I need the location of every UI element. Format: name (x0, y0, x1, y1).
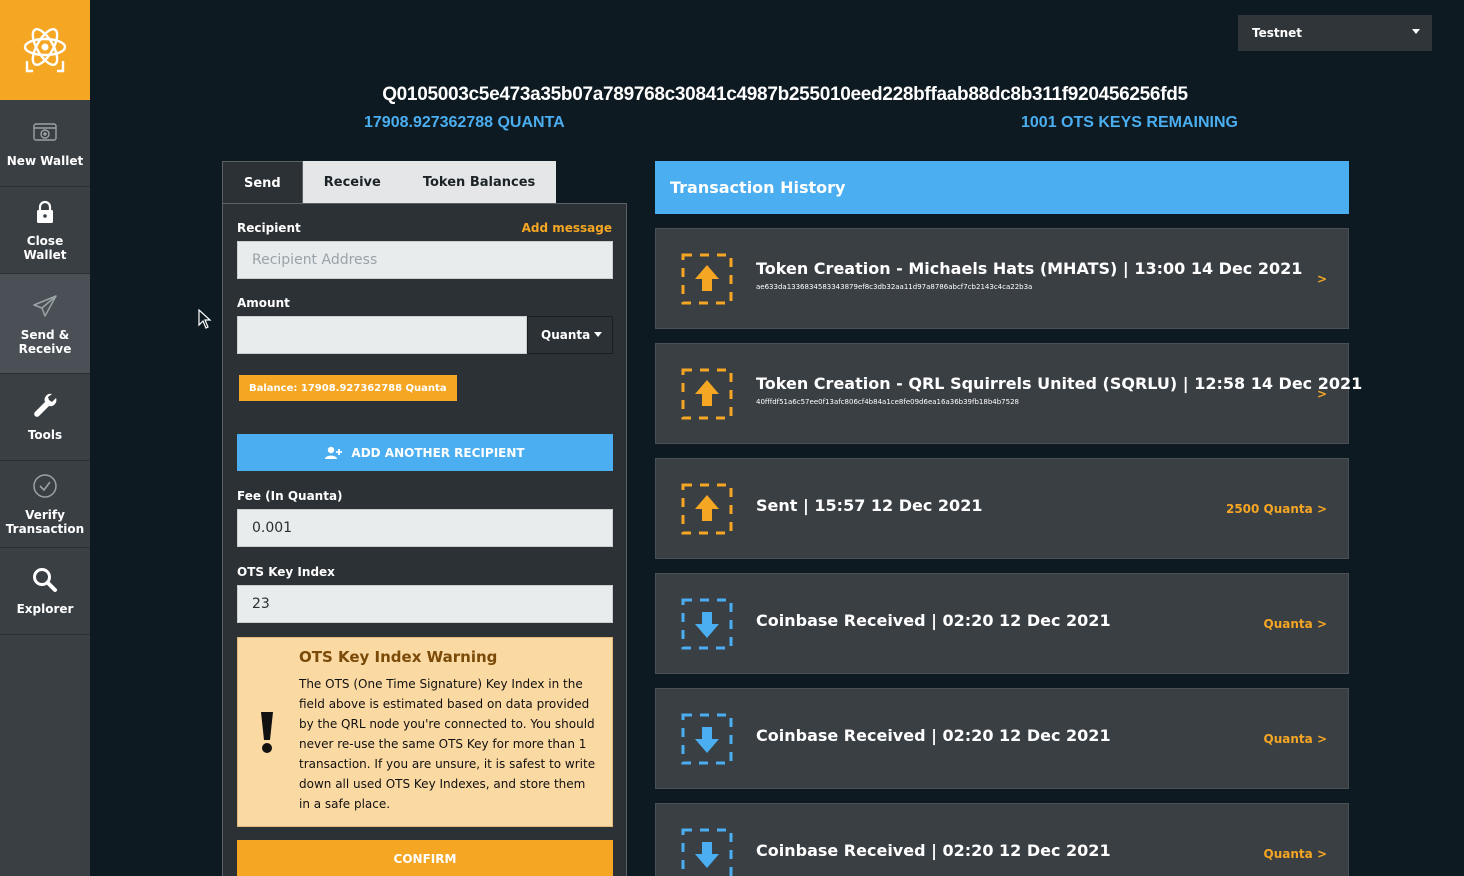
wallet-add-icon (32, 118, 58, 146)
amount-input[interactable] (237, 316, 527, 354)
sidebar-item-send-receive[interactable]: Send & Receive (0, 274, 90, 374)
transaction-item[interactable]: Token Creation - Michaels Hats (MHATS) |… (655, 228, 1349, 329)
ots-index-input[interactable]: 23 (237, 585, 613, 623)
add-message-link[interactable]: Add message (522, 221, 612, 235)
confirm-button[interactable]: CONFIRM (237, 840, 613, 876)
qrl-atom-logo-icon (23, 28, 67, 73)
download-arrow-icon (681, 828, 733, 876)
search-icon (32, 566, 58, 594)
send-receive-tabs: Send Receive Token Balances (222, 161, 557, 204)
check-circle-icon (32, 472, 58, 500)
transaction-title: Sent | 15:57 12 Dec 2021 (756, 496, 983, 515)
sidebar-item-label: Explorer (16, 602, 74, 616)
sidebar-item-label: Tools (27, 428, 63, 442)
sidebar-item-close-wallet[interactable]: Close Wallet (0, 187, 90, 274)
upload-arrow-icon (681, 483, 733, 540)
tab-send[interactable]: Send (222, 161, 303, 204)
transaction-detail-link[interactable]: > (1317, 387, 1327, 401)
upload-arrow-icon (681, 253, 733, 310)
ots-warning-text: The OTS (One Time Signature) Key Index i… (299, 677, 596, 811)
transaction-detail-link[interactable]: Quanta > (1264, 617, 1327, 631)
transaction-item[interactable]: Coinbase Received | 02:20 12 Dec 2021 Qu… (655, 803, 1349, 876)
ots-keys-remaining: 1001 OTS KEYS REMAINING (1021, 114, 1238, 131)
transaction-detail-link[interactable]: 2500 Quanta > (1226, 502, 1327, 516)
sidebar-item-label: Send & Receive (18, 327, 72, 356)
add-user-icon (325, 446, 343, 460)
upload-arrow-icon (681, 368, 733, 425)
transaction-history-header: Transaction History (655, 161, 1349, 214)
wallet-address: Q0105003c5e473a35b07a789768c30841c4987b2… (382, 84, 1188, 105)
chevron-down-icon (1412, 29, 1420, 34)
ots-index-label: OTS Key Index (237, 565, 335, 579)
download-arrow-icon (681, 598, 733, 655)
transaction-hash: 40fffdf51a6c57ee0f13afc806cf4b84a1ce8fe0… (756, 398, 1019, 406)
sidebar: New Wallet Close Wallet Send & Receive T… (0, 0, 90, 876)
unit-select-value: Quanta (541, 328, 591, 342)
transaction-title: Token Creation - Michaels Hats (MHATS) |… (756, 259, 1303, 278)
add-recipient-label: ADD ANOTHER RECIPIENT (351, 445, 525, 460)
recipient-input[interactable]: Recipient Address (237, 241, 613, 279)
sidebar-item-tools[interactable]: Tools (0, 374, 90, 461)
exclamation-icon (258, 710, 276, 759)
sidebar-item-label: Verify Transaction (5, 508, 85, 536)
lock-icon (36, 198, 54, 226)
download-arrow-icon (681, 713, 733, 770)
transaction-title: Coinbase Received | 02:20 12 Dec 2021 (756, 611, 1111, 630)
transaction-detail-link[interactable]: Quanta > (1264, 732, 1327, 746)
ots-warning-box: OTS Key Index Warning The OTS (One Time … (237, 637, 613, 827)
send-panel: Recipient Add message Recipient Address … (222, 203, 627, 876)
sidebar-item-explorer[interactable]: Explorer (0, 548, 90, 635)
chevron-down-icon (594, 332, 602, 337)
transaction-item[interactable]: Sent | 15:57 12 Dec 2021 2500 Quanta > (655, 458, 1349, 559)
sidebar-item-label: Close Wallet (23, 234, 67, 262)
mouse-cursor-icon (198, 308, 212, 334)
balance-badge: Balance: 17908.927362788 Quanta (239, 375, 457, 401)
transaction-title: Coinbase Received | 02:20 12 Dec 2021 (756, 726, 1111, 745)
transaction-hash: ae633da1336834583343879ef8c3db32aa11d97a… (756, 283, 1033, 291)
recipient-label: Recipient (237, 221, 301, 235)
transaction-title: Token Creation - QRL Squirrels United (S… (756, 374, 1363, 393)
sidebar-item-label: New Wallet (6, 154, 84, 168)
network-select[interactable]: Testnet (1238, 15, 1432, 51)
fee-input[interactable]: 0.001 (237, 509, 613, 547)
tab-receive[interactable]: Receive (302, 161, 402, 204)
transaction-detail-link[interactable]: Quanta > (1264, 847, 1327, 861)
unit-select[interactable]: Quanta (527, 316, 613, 354)
transaction-detail-link[interactable]: > (1317, 272, 1327, 286)
wrench-icon (32, 392, 58, 420)
transaction-item[interactable]: Token Creation - QRL Squirrels United (S… (655, 343, 1362, 444)
sidebar-item-verify-transaction[interactable]: Verify Transaction (0, 461, 90, 548)
tab-token-balances[interactable]: Token Balances (401, 161, 557, 204)
network-select-value: Testnet (1252, 26, 1303, 40)
sidebar-item-new-wallet[interactable]: New Wallet (0, 100, 90, 187)
paper-plane-icon (32, 292, 58, 320)
qrl-logo[interactable] (0, 0, 90, 100)
transaction-item[interactable]: Coinbase Received | 02:20 12 Dec 2021 Qu… (655, 573, 1349, 674)
wallet-balance: 17908.927362788 QUANTA (364, 114, 565, 131)
transaction-title: Coinbase Received | 02:20 12 Dec 2021 (756, 841, 1111, 860)
fee-label: Fee (In Quanta) (237, 489, 343, 503)
add-recipient-button[interactable]: ADD ANOTHER RECIPIENT (237, 434, 613, 471)
ots-warning-title: OTS Key Index Warning (299, 648, 498, 666)
transaction-item[interactable]: Coinbase Received | 02:20 12 Dec 2021 Qu… (655, 688, 1349, 789)
amount-label: Amount (237, 296, 290, 310)
